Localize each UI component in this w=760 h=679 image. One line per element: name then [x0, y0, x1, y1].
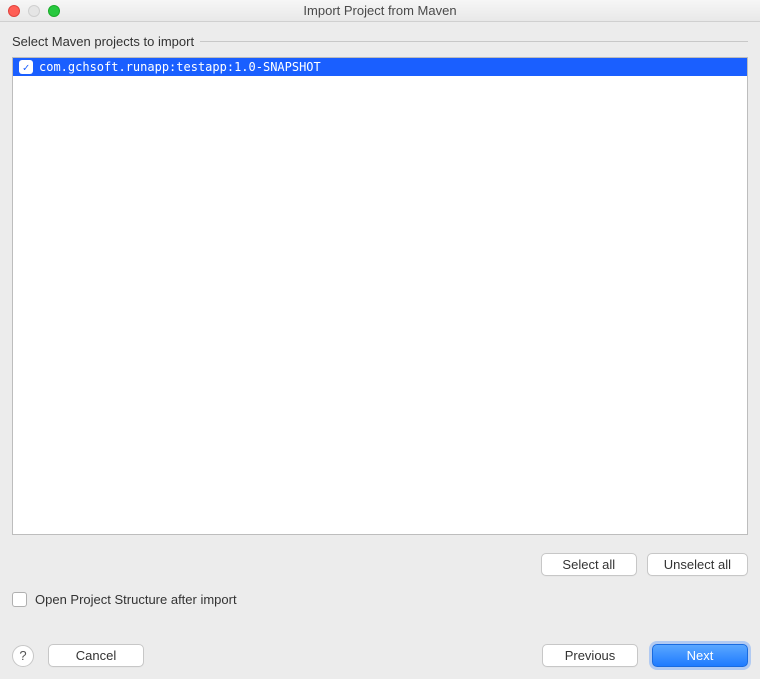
unselect-all-button[interactable]: Unselect all — [647, 553, 748, 576]
section-header: Select Maven projects to import — [12, 34, 748, 49]
window-title: Import Project from Maven — [0, 3, 760, 18]
list-item[interactable]: com.gchsoft.runapp:testapp:1.0-SNAPSHOT — [13, 58, 747, 76]
help-button[interactable]: ? — [12, 645, 34, 667]
minimize-icon — [28, 5, 40, 17]
section-divider — [200, 41, 748, 42]
open-structure-option[interactable]: Open Project Structure after import — [12, 592, 748, 607]
open-structure-checkbox[interactable] — [12, 592, 27, 607]
previous-button[interactable]: Previous — [542, 644, 638, 667]
titlebar: Import Project from Maven — [0, 0, 760, 22]
select-all-button[interactable]: Select all — [541, 553, 637, 576]
cancel-button[interactable]: Cancel — [48, 644, 144, 667]
project-label: com.gchsoft.runapp:testapp:1.0-SNAPSHOT — [39, 60, 321, 74]
project-list[interactable]: com.gchsoft.runapp:testapp:1.0-SNAPSHOT — [12, 57, 748, 535]
zoom-icon[interactable] — [48, 5, 60, 17]
next-button[interactable]: Next — [652, 644, 748, 667]
window-controls — [8, 5, 60, 17]
section-title: Select Maven projects to import — [12, 34, 194, 49]
dialog-footer: ? Cancel Previous Next — [12, 626, 748, 667]
dialog-content: Select Maven projects to import com.gchs… — [0, 22, 760, 679]
open-structure-label: Open Project Structure after import — [35, 592, 237, 607]
project-checkbox[interactable] — [19, 60, 33, 74]
selection-controls: Select all Unselect all — [12, 553, 748, 576]
close-icon[interactable] — [8, 5, 20, 17]
